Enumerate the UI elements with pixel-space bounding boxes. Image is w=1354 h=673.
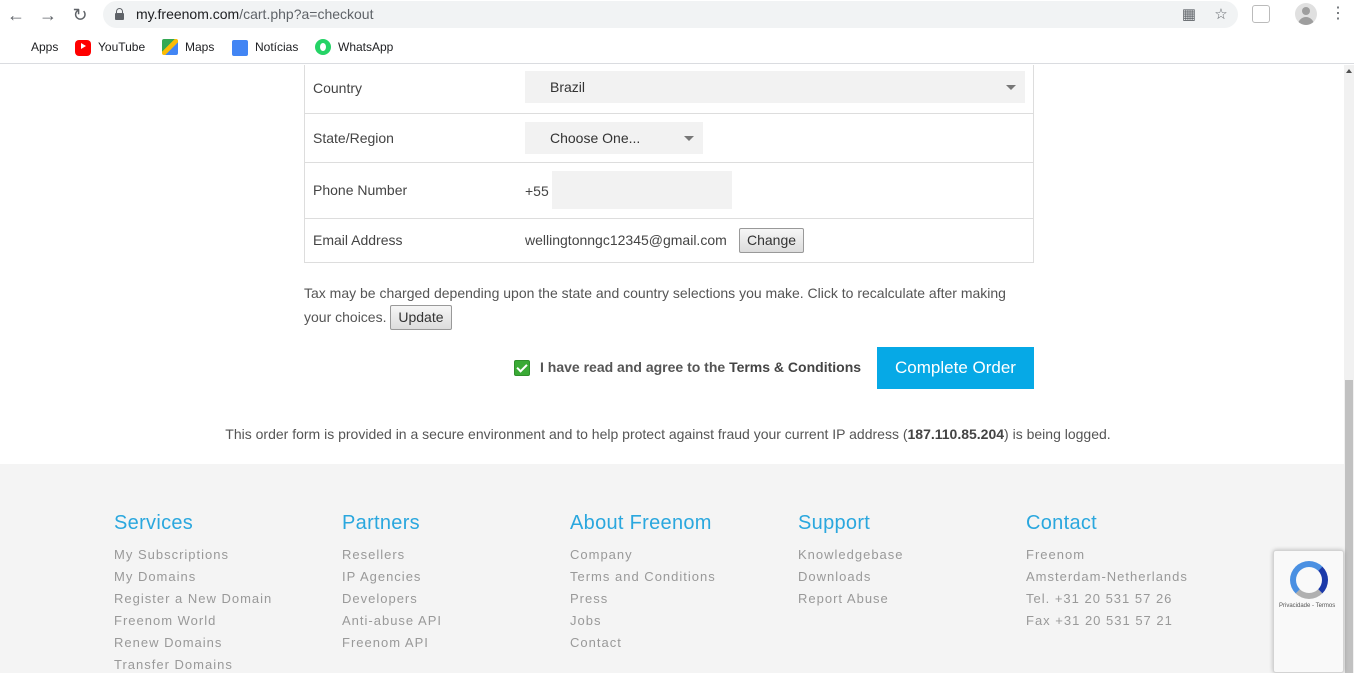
footer-link[interactable]: Developers bbox=[342, 588, 442, 610]
footer-heading: Support bbox=[798, 512, 871, 534]
apps-grid-icon bbox=[8, 39, 24, 55]
extension-icon[interactable] bbox=[1252, 5, 1270, 23]
lock-icon bbox=[115, 8, 124, 20]
recaptcha-badge[interactable]: Privacidade - Termos bbox=[1273, 550, 1344, 673]
dropdown-caret-icon bbox=[684, 136, 694, 141]
footer-link: Fax +31 20 531 57 21 bbox=[1026, 613, 1173, 628]
email-row: Email Address wellingtonngc12345@gmail.c… bbox=[305, 219, 1033, 262]
translate-icon[interactable]: ▦ bbox=[1179, 5, 1199, 25]
footer-link[interactable]: Jobs bbox=[570, 610, 716, 632]
bookmark-youtube[interactable]: YouTube bbox=[75, 38, 145, 56]
bookmark-apps[interactable]: Apps bbox=[8, 38, 58, 56]
footer-link[interactable]: Anti-abuse API bbox=[342, 610, 442, 632]
footer-heading: About Freenom bbox=[570, 512, 712, 534]
footer-link: Freenom bbox=[1026, 547, 1086, 562]
state-select[interactable]: Choose One... bbox=[525, 122, 703, 154]
scrollbar-thumb[interactable] bbox=[1345, 380, 1353, 673]
footer-link[interactable]: Report Abuse bbox=[798, 588, 904, 610]
browser-toolbar: ← → ↻ my.freenom.com/cart.php?a=checkout… bbox=[0, 0, 1354, 30]
footer-link[interactable]: Freenom World bbox=[114, 610, 272, 632]
forward-arrow-icon[interactable]: → bbox=[36, 4, 60, 26]
url-text: my.freenom.com/cart.php?a=checkout bbox=[136, 6, 374, 22]
footer-column-about: About Freenom Company Terms and Conditio… bbox=[570, 512, 716, 654]
terms-agreement-text: I have read and agree to the Terms & Con… bbox=[540, 359, 862, 375]
bookmark-whatsapp[interactable]: WhatsApp bbox=[315, 38, 393, 56]
footer-link[interactable]: Renew Domains bbox=[114, 632, 272, 654]
whatsapp-icon bbox=[315, 39, 331, 55]
footer-link[interactable]: Knowledgebase bbox=[798, 544, 904, 566]
state-row: State/Region Choose One... bbox=[305, 114, 1033, 163]
footer-link[interactable]: My Domains bbox=[114, 566, 272, 588]
complete-order-button[interactable]: Complete Order bbox=[877, 347, 1034, 389]
bookmark-noticias[interactable]: Notícias bbox=[232, 38, 298, 56]
terms-checkbox[interactable] bbox=[514, 360, 530, 376]
footer-column-services: Services My Subscriptions My Domains Reg… bbox=[114, 512, 272, 673]
profile-avatar-icon[interactable] bbox=[1295, 3, 1317, 25]
back-arrow-icon[interactable]: ← bbox=[4, 4, 28, 26]
tax-note: Tax may be charged depending upon the st… bbox=[304, 282, 1024, 330]
browser-menu-icon[interactable]: ⋮ bbox=[1328, 4, 1348, 24]
address-bar[interactable]: my.freenom.com/cart.php?a=checkout ▦ ☆ bbox=[103, 1, 1238, 28]
footer-link[interactable]: IP Agencies bbox=[342, 566, 442, 588]
email-label: Email Address bbox=[313, 232, 403, 248]
email-value: wellingtonngc12345@gmail.com bbox=[525, 232, 727, 248]
country-select[interactable]: Brazil bbox=[525, 71, 1025, 103]
recaptcha-logo-icon bbox=[1290, 561, 1328, 599]
phone-row: Phone Number +55 bbox=[305, 163, 1033, 219]
country-row: Country Brazil bbox=[305, 65, 1033, 114]
reload-icon[interactable]: ↻ bbox=[68, 4, 92, 26]
footer-column-partners: Partners Resellers IP Agencies Developer… bbox=[342, 512, 442, 654]
checkout-page: Country Brazil State/Region Choose One..… bbox=[0, 65, 1344, 673]
bookmarks-bar: Apps YouTube Maps Notícias WhatsApp bbox=[0, 30, 1354, 64]
site-footer: Services My Subscriptions My Domains Reg… bbox=[0, 464, 1344, 673]
bookmark-maps[interactable]: Maps bbox=[162, 38, 214, 56]
scroll-up-arrow-icon[interactable] bbox=[1346, 69, 1352, 73]
ip-address: 187.110.85.204 bbox=[907, 426, 1005, 442]
footer-link[interactable]: Downloads bbox=[798, 566, 904, 588]
footer-link[interactable]: Resellers bbox=[342, 544, 442, 566]
footer-link[interactable]: My Subscriptions bbox=[114, 544, 272, 566]
phone-input[interactable] bbox=[552, 171, 732, 209]
youtube-icon bbox=[75, 40, 91, 56]
maps-icon bbox=[162, 39, 178, 55]
contact-details-table: Country Brazil State/Region Choose One..… bbox=[304, 65, 1034, 263]
footer-link[interactable]: Freenom API bbox=[342, 632, 442, 654]
footer-link[interactable]: Press bbox=[570, 588, 716, 610]
footer-link[interactable]: Terms and Conditions bbox=[570, 566, 716, 588]
footer-link[interactable]: Contact bbox=[570, 632, 716, 654]
footer-heading: Contact bbox=[1026, 512, 1098, 534]
recaptcha-privacy-terms[interactable]: Privacidade - Termos bbox=[1279, 603, 1335, 609]
change-email-button[interactable]: Change bbox=[739, 228, 805, 253]
footer-link[interactable]: Transfer Domains bbox=[114, 654, 272, 673]
terms-link[interactable]: Terms & Conditions bbox=[729, 359, 861, 375]
footer-link: Tel. +31 20 531 57 26 bbox=[1026, 591, 1173, 606]
secure-environment-note: This order form is provided in a secure … bbox=[225, 426, 1111, 442]
phone-label: Phone Number bbox=[313, 182, 408, 198]
update-button[interactable]: Update bbox=[390, 305, 452, 330]
footer-link[interactable]: Company bbox=[570, 544, 716, 566]
phone-prefix: +55 bbox=[525, 183, 549, 199]
footer-link[interactable]: Register a New Domain bbox=[114, 588, 272, 610]
news-icon bbox=[232, 40, 248, 56]
country-label: Country bbox=[313, 80, 363, 96]
footer-column-support: Support Knowledgebase Downloads Report A… bbox=[798, 512, 904, 610]
footer-heading: Partners bbox=[342, 512, 420, 534]
page-scrollbar[interactable] bbox=[1344, 65, 1354, 673]
footer-link: Amsterdam-Netherlands bbox=[1026, 569, 1188, 584]
footer-heading: Services bbox=[114, 512, 194, 534]
footer-column-contact: Contact Freenom Amsterdam-Netherlands Te… bbox=[1026, 512, 1188, 632]
dropdown-caret-icon bbox=[1006, 85, 1016, 90]
state-label: State/Region bbox=[313, 130, 394, 146]
bookmark-star-icon[interactable]: ☆ bbox=[1211, 5, 1231, 25]
